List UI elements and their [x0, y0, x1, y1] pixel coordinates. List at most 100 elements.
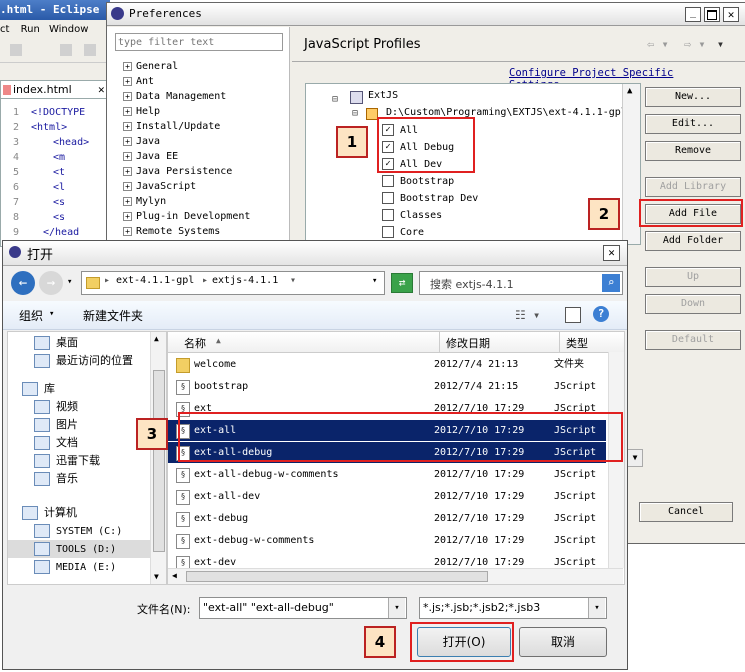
category-item[interactable]: + JavaScript — [123, 181, 196, 192]
editor-tab[interactable]: index.html ✕ — [0, 80, 108, 99]
nav-item[interactable]: 视频 — [34, 398, 78, 416]
profile-item[interactable]: Core — [382, 226, 424, 238]
tree-scrollbar[interactable]: ▲ — [622, 84, 640, 244]
menu-item-window[interactable]: Window — [49, 24, 88, 35]
file-list-hscrollbar[interactable]: ◀ — [168, 568, 623, 584]
breadcrumb-item-2[interactable]: extjs-4.1.1 — [212, 275, 278, 286]
profile-item[interactable]: Classes — [382, 209, 442, 221]
edit-button[interactable]: Edit... — [645, 114, 741, 134]
preview-pane-icon[interactable] — [565, 307, 581, 323]
file-row[interactable]: § ext-debug 2012/7/10 17:29 JScript — [168, 508, 606, 529]
stop-icon[interactable] — [84, 44, 96, 56]
nav-item[interactable]: SYSTEM (C:) — [34, 522, 122, 540]
back-arrow-icon[interactable]: ⇦ ▾ — [647, 37, 669, 51]
category-item[interactable]: + Java EE — [123, 151, 178, 162]
filetype-select[interactable]: *.js;*.jsb;*.jsb2;*.jsb3 ▾ — [419, 597, 607, 619]
down-button[interactable]: Down — [645, 294, 741, 314]
category-item[interactable]: + Plug-in Development — [123, 211, 250, 222]
nav-scroll-up-icon[interactable]: ▲ — [154, 334, 159, 343]
category-item[interactable]: + Remote Systems — [123, 226, 220, 237]
file-row[interactable]: welcome 2012/7/4 21:13 文件夹 — [168, 354, 606, 375]
column-type[interactable]: 类型 — [566, 335, 588, 351]
nav-item[interactable]: TOOLS (D:) — [8, 540, 150, 558]
remove-button[interactable]: Remove — [645, 141, 741, 161]
checkbox-unchecked[interactable] — [382, 226, 394, 238]
category-item[interactable]: + Java Persistence — [123, 166, 232, 177]
up-button[interactable]: Up — [645, 267, 741, 287]
menu-item[interactable]: ct — [0, 24, 9, 35]
close-dialog-button[interactable]: ✕ — [603, 245, 620, 261]
cancel-button[interactable]: Cancel — [639, 502, 733, 522]
expand-plus-icon[interactable]: + — [123, 166, 132, 176]
category-item[interactable]: + Install/Update — [123, 121, 220, 132]
category-item[interactable]: + Ant — [123, 76, 154, 87]
filename-input[interactable]: "ext-all" "ext-all-debug" ▾ — [199, 597, 407, 619]
new-folder-button[interactable]: 新建文件夹 — [83, 307, 143, 324]
forward-button[interactable]: → — [39, 271, 63, 295]
nav-item[interactable]: 音乐 — [34, 470, 78, 488]
filetype-dropdown-icon[interactable]: ▾ — [588, 598, 605, 618]
column-date[interactable]: 修改日期 — [446, 335, 490, 351]
hscroll-left-icon[interactable]: ◀ — [172, 571, 177, 580]
maximize-button[interactable] — [704, 7, 720, 22]
scroll-up-icon[interactable]: ▲ — [627, 86, 632, 96]
expand-plus-icon[interactable]: + — [123, 61, 132, 71]
nav-item[interactable]: 最近访问的位置 — [34, 352, 133, 370]
file-row[interactable]: § ext-all-dev 2012/7/10 17:29 JScript — [168, 486, 606, 507]
category-item[interactable]: + General — [123, 61, 178, 72]
close-button[interactable]: ✕ — [723, 7, 739, 22]
expand-plus-icon[interactable]: + — [123, 76, 132, 86]
expand-plus-icon[interactable]: + — [123, 211, 132, 221]
category-item[interactable]: + Java — [123, 136, 160, 147]
editor-area[interactable]: 1 <!DOCTYPE 2 <html> 3 <head> 4 <m 5 <t 6 <l 7 <s 8 <s 9… — [0, 98, 110, 247]
organize-menu[interactable]: 组织 — [19, 307, 43, 324]
back-button[interactable]: ← — [11, 271, 35, 295]
address-bar[interactable]: ▸ ext-4.1.1-gpl ▸ extjs-4.1.1 ▾ ▾ — [81, 271, 385, 295]
category-item[interactable]: + Data Management — [123, 91, 226, 102]
search-icon[interactable]: ⌕ — [602, 274, 620, 292]
default-button[interactable]: Default — [645, 330, 741, 350]
expand-plus-icon[interactable]: + — [123, 196, 132, 206]
expand-plus-icon[interactable]: + — [123, 226, 132, 236]
history-dropdown-icon[interactable]: ▾ — [67, 277, 72, 287]
file-row[interactable]: § ext-debug-w-comments 2012/7/10 17:29 JScr… — [168, 530, 606, 551]
refresh-button[interactable]: ⇄ — [391, 273, 413, 293]
menu-item-run[interactable]: Run — [21, 24, 40, 35]
checkbox-unchecked[interactable] — [382, 175, 394, 187]
nav-item[interactable]: MEDIA (E:) — [34, 558, 116, 576]
nav-item[interactable]: 迅雷下载 — [34, 452, 100, 470]
organize-dropdown-icon[interactable]: ▾ — [49, 309, 54, 319]
profile-item[interactable]: Bootstrap Dev — [382, 192, 478, 204]
expand-plus-icon[interactable]: + — [123, 91, 132, 101]
profile-item[interactable]: Bootstrap — [382, 175, 454, 187]
nav-item[interactable]: 桌面 — [34, 334, 78, 352]
checkbox-unchecked[interactable] — [382, 209, 394, 221]
expand-plus-icon[interactable]: + — [123, 136, 132, 146]
file-row[interactable]: § ext-all-debug-w-comments 2012/7/10 17:29… — [168, 464, 606, 485]
nav-item[interactable]: 计算机 — [22, 504, 77, 522]
new-button[interactable]: New... — [645, 87, 741, 107]
file-row[interactable]: § bootstrap 2012/7/4 21:15 JScript — [168, 376, 606, 397]
search-box[interactable]: 搜索 extjs-4.1.1 ⌕ — [419, 271, 623, 295]
view-menu-icon[interactable]: ▾ — [717, 37, 724, 51]
nav-scroll-thumb[interactable] — [153, 370, 165, 552]
minimize-button[interactable]: _ — [685, 7, 701, 22]
view-options-icon[interactable]: ☷ ▾ — [515, 308, 540, 322]
expand-plus-icon[interactable]: + — [123, 151, 132, 161]
help-icon[interactable]: ? — [593, 306, 609, 322]
right-scrollbar-stub[interactable]: ▼ — [627, 449, 643, 467]
column-name[interactable]: 名称 — [184, 335, 206, 351]
forward-arrow-icon[interactable]: ⇨ ▾ — [684, 37, 706, 51]
breadcrumb-item-1[interactable]: ext-4.1.1-gpl — [116, 275, 194, 286]
add-library-button[interactable]: Add Library — [645, 177, 741, 197]
run-icon[interactable] — [10, 44, 22, 56]
nav-item[interactable]: 库 — [22, 380, 55, 398]
expand-plus-icon[interactable]: + — [123, 181, 132, 191]
profile-root-label[interactable]: ExtJS — [368, 90, 398, 101]
expand-icon[interactable]: ⊟ — [352, 108, 358, 119]
address-dropdown-icon[interactable]: ▾ — [372, 276, 377, 286]
cancel-dialog-button[interactable]: 取消 — [519, 627, 607, 657]
filename-dropdown-icon[interactable]: ▾ — [388, 598, 405, 618]
expand-plus-icon[interactable]: + — [123, 106, 132, 116]
checkbox-unchecked[interactable] — [382, 192, 394, 204]
